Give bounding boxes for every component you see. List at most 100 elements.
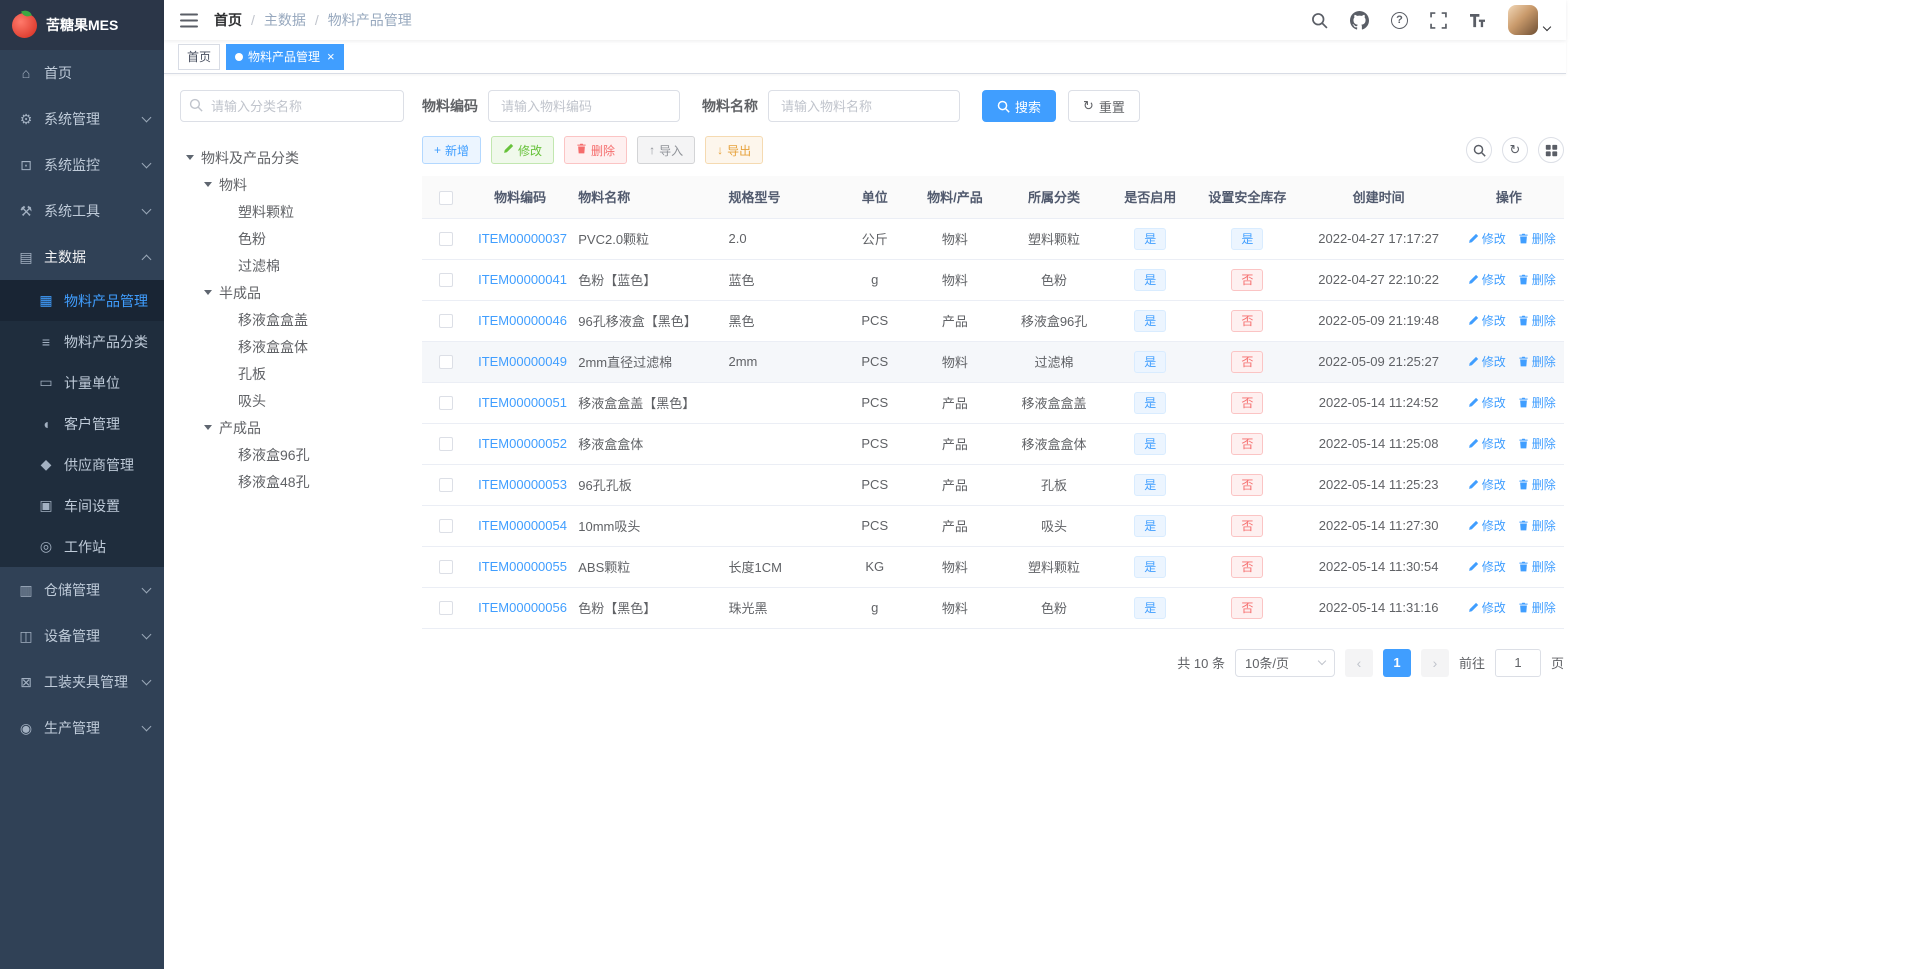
material-code-link[interactable]: ITEM00000046: [478, 313, 567, 328]
delete-button[interactable]: 删除: [564, 136, 628, 164]
page-size-select[interactable]: 10条/页: [1234, 648, 1335, 677]
sidebar-item-system-manage[interactable]: ⚙ 系统管理: [0, 96, 164, 142]
close-icon[interactable]: ×: [327, 50, 335, 63]
material-name-input[interactable]: [768, 90, 960, 122]
material-code-link[interactable]: ITEM00000041: [478, 272, 567, 287]
row-edit-button[interactable]: 修改: [1468, 517, 1506, 534]
select-all-checkbox[interactable]: [439, 190, 454, 205]
edit-button[interactable]: 修改: [491, 136, 555, 164]
column-settings-icon[interactable]: [1538, 137, 1564, 163]
row-edit-button[interactable]: 修改: [1468, 353, 1506, 370]
row-checkbox[interactable]: [439, 519, 454, 534]
tree-node[interactable]: 产成品: [180, 414, 404, 441]
row-edit-button[interactable]: 修改: [1468, 230, 1506, 247]
row-checkbox[interactable]: [439, 601, 454, 616]
view-tab[interactable]: 首页: [178, 43, 221, 70]
row-checkbox[interactable]: [439, 273, 454, 288]
row-delete-button[interactable]: 删除: [1518, 230, 1556, 247]
search-button[interactable]: 搜索: [982, 90, 1057, 122]
toggle-search-icon[interactable]: [1466, 137, 1492, 163]
row-checkbox[interactable]: [439, 355, 454, 370]
sidebar-item-workstation[interactable]: ◎ 工作站: [0, 526, 164, 567]
row-delete-button[interactable]: 删除: [1518, 435, 1556, 452]
sidebar-item-master-data[interactable]: ▤ 主数据: [0, 234, 164, 280]
material-code-link[interactable]: ITEM00000049: [478, 354, 567, 369]
import-button[interactable]: ↑ 导入: [637, 136, 696, 164]
tree-node[interactable]: 吸头: [180, 387, 404, 414]
avatar[interactable]: [1508, 5, 1538, 35]
row-checkbox[interactable]: [439, 560, 454, 575]
row-delete-button[interactable]: 删除: [1518, 558, 1556, 575]
sidebar-item-material-product-manage[interactable]: ▦ 物料产品管理: [0, 280, 164, 321]
row-checkbox[interactable]: [439, 437, 454, 452]
row-delete-button[interactable]: 删除: [1518, 353, 1556, 370]
material-code-link[interactable]: ITEM00000053: [478, 477, 567, 492]
material-code-link[interactable]: ITEM00000037: [478, 231, 567, 246]
material-code-link[interactable]: ITEM00000055: [478, 559, 567, 574]
tree-node[interactable]: 过滤棉: [180, 252, 404, 279]
goto-page-input[interactable]: [1494, 648, 1541, 677]
row-edit-button[interactable]: 修改: [1468, 476, 1506, 493]
sidebar-item-workshop-setting[interactable]: ▣ 车间设置: [0, 485, 164, 526]
view-tab[interactable]: 物料产品管理 ×: [226, 43, 344, 70]
row-checkbox[interactable]: [439, 478, 454, 493]
sidebar-item-equipment-manage[interactable]: ◫ 设备管理: [0, 613, 164, 659]
prev-page-button[interactable]: ‹: [1344, 648, 1373, 677]
breadcrumb-item[interactable]: 主数据: [264, 10, 306, 30]
row-delete-button[interactable]: 删除: [1518, 476, 1556, 493]
font-size-icon[interactable]: [1469, 13, 1486, 28]
row-edit-button[interactable]: 修改: [1468, 558, 1506, 575]
sidebar-item-production-manage[interactable]: ◉ 生产管理: [0, 705, 164, 751]
tree-node[interactable]: 物料: [180, 171, 404, 198]
reset-button[interactable]: ↻ 重置: [1068, 90, 1140, 122]
sidebar-item-system-monitor[interactable]: ⊡ 系统监控: [0, 142, 164, 188]
tree-node[interactable]: 移液盒48孔: [180, 468, 404, 495]
sidebar-item-fixture-manage[interactable]: ⊠ 工装夹具管理: [0, 659, 164, 705]
page-number-1[interactable]: 1: [1382, 648, 1411, 677]
sidebar-item-warehouse-manage[interactable]: ▥ 仓储管理: [0, 567, 164, 613]
material-code-link[interactable]: ITEM00000056: [478, 600, 567, 615]
sidebar-item-home[interactable]: ⌂ 首页: [0, 50, 164, 96]
row-edit-button[interactable]: 修改: [1468, 312, 1506, 329]
sidebar-item-measure-unit[interactable]: ▭ 计量单位: [0, 362, 164, 403]
sidebar-item-material-product-category[interactable]: ≡ 物料产品分类: [0, 321, 164, 362]
tree-node[interactable]: 半成品: [180, 279, 404, 306]
add-button[interactable]: + 新增: [422, 136, 482, 164]
tree-node[interactable]: 塑料颗粒: [180, 198, 404, 225]
row-checkbox[interactable]: [439, 314, 454, 329]
row-checkbox[interactable]: [439, 232, 454, 247]
tree-node[interactable]: 物料及产品分类: [180, 144, 404, 171]
row-edit-button[interactable]: 修改: [1468, 271, 1506, 288]
user-menu[interactable]: [1508, 5, 1552, 35]
sidebar-item-system-tools[interactable]: ⚒ 系统工具: [0, 188, 164, 234]
tree-node[interactable]: 移液盒盒盖: [180, 306, 404, 333]
sidebar-item-customer-manage[interactable]: ◖ 客户管理: [0, 403, 164, 444]
help-icon[interactable]: ?: [1391, 11, 1408, 29]
row-edit-button[interactable]: 修改: [1468, 435, 1506, 452]
export-button[interactable]: ↓ 导出: [705, 136, 764, 164]
material-code-link[interactable]: ITEM00000051: [478, 395, 567, 410]
tree-node[interactable]: 孔板: [180, 360, 404, 387]
material-code-link[interactable]: ITEM00000054: [478, 518, 567, 533]
tree-node[interactable]: 移液盒96孔: [180, 441, 404, 468]
refresh-icon[interactable]: ↻: [1502, 137, 1528, 163]
sidebar-item-supplier-manage[interactable]: ◆ 供应商管理: [0, 444, 164, 485]
fullscreen-icon[interactable]: [1430, 11, 1447, 29]
breadcrumb-item[interactable]: 首页: [214, 10, 242, 30]
category-search-input[interactable]: [180, 90, 404, 122]
tree-node[interactable]: 移液盒盒体: [180, 333, 404, 360]
row-edit-button[interactable]: 修改: [1468, 599, 1506, 616]
tree-node[interactable]: 色粉: [180, 225, 404, 252]
row-delete-button[interactable]: 删除: [1518, 271, 1556, 288]
row-checkbox[interactable]: [439, 396, 454, 411]
sidebar-toggle-icon[interactable]: [180, 13, 198, 28]
row-delete-button[interactable]: 删除: [1518, 394, 1556, 411]
row-delete-button[interactable]: 删除: [1518, 312, 1556, 329]
material-code-input[interactable]: [488, 90, 680, 122]
row-delete-button[interactable]: 删除: [1518, 599, 1556, 616]
material-code-link[interactable]: ITEM00000052: [478, 436, 567, 451]
search-icon[interactable]: [1311, 12, 1328, 29]
row-delete-button[interactable]: 删除: [1518, 517, 1556, 534]
github-icon[interactable]: [1350, 10, 1369, 30]
next-page-button[interactable]: ›: [1420, 648, 1449, 677]
